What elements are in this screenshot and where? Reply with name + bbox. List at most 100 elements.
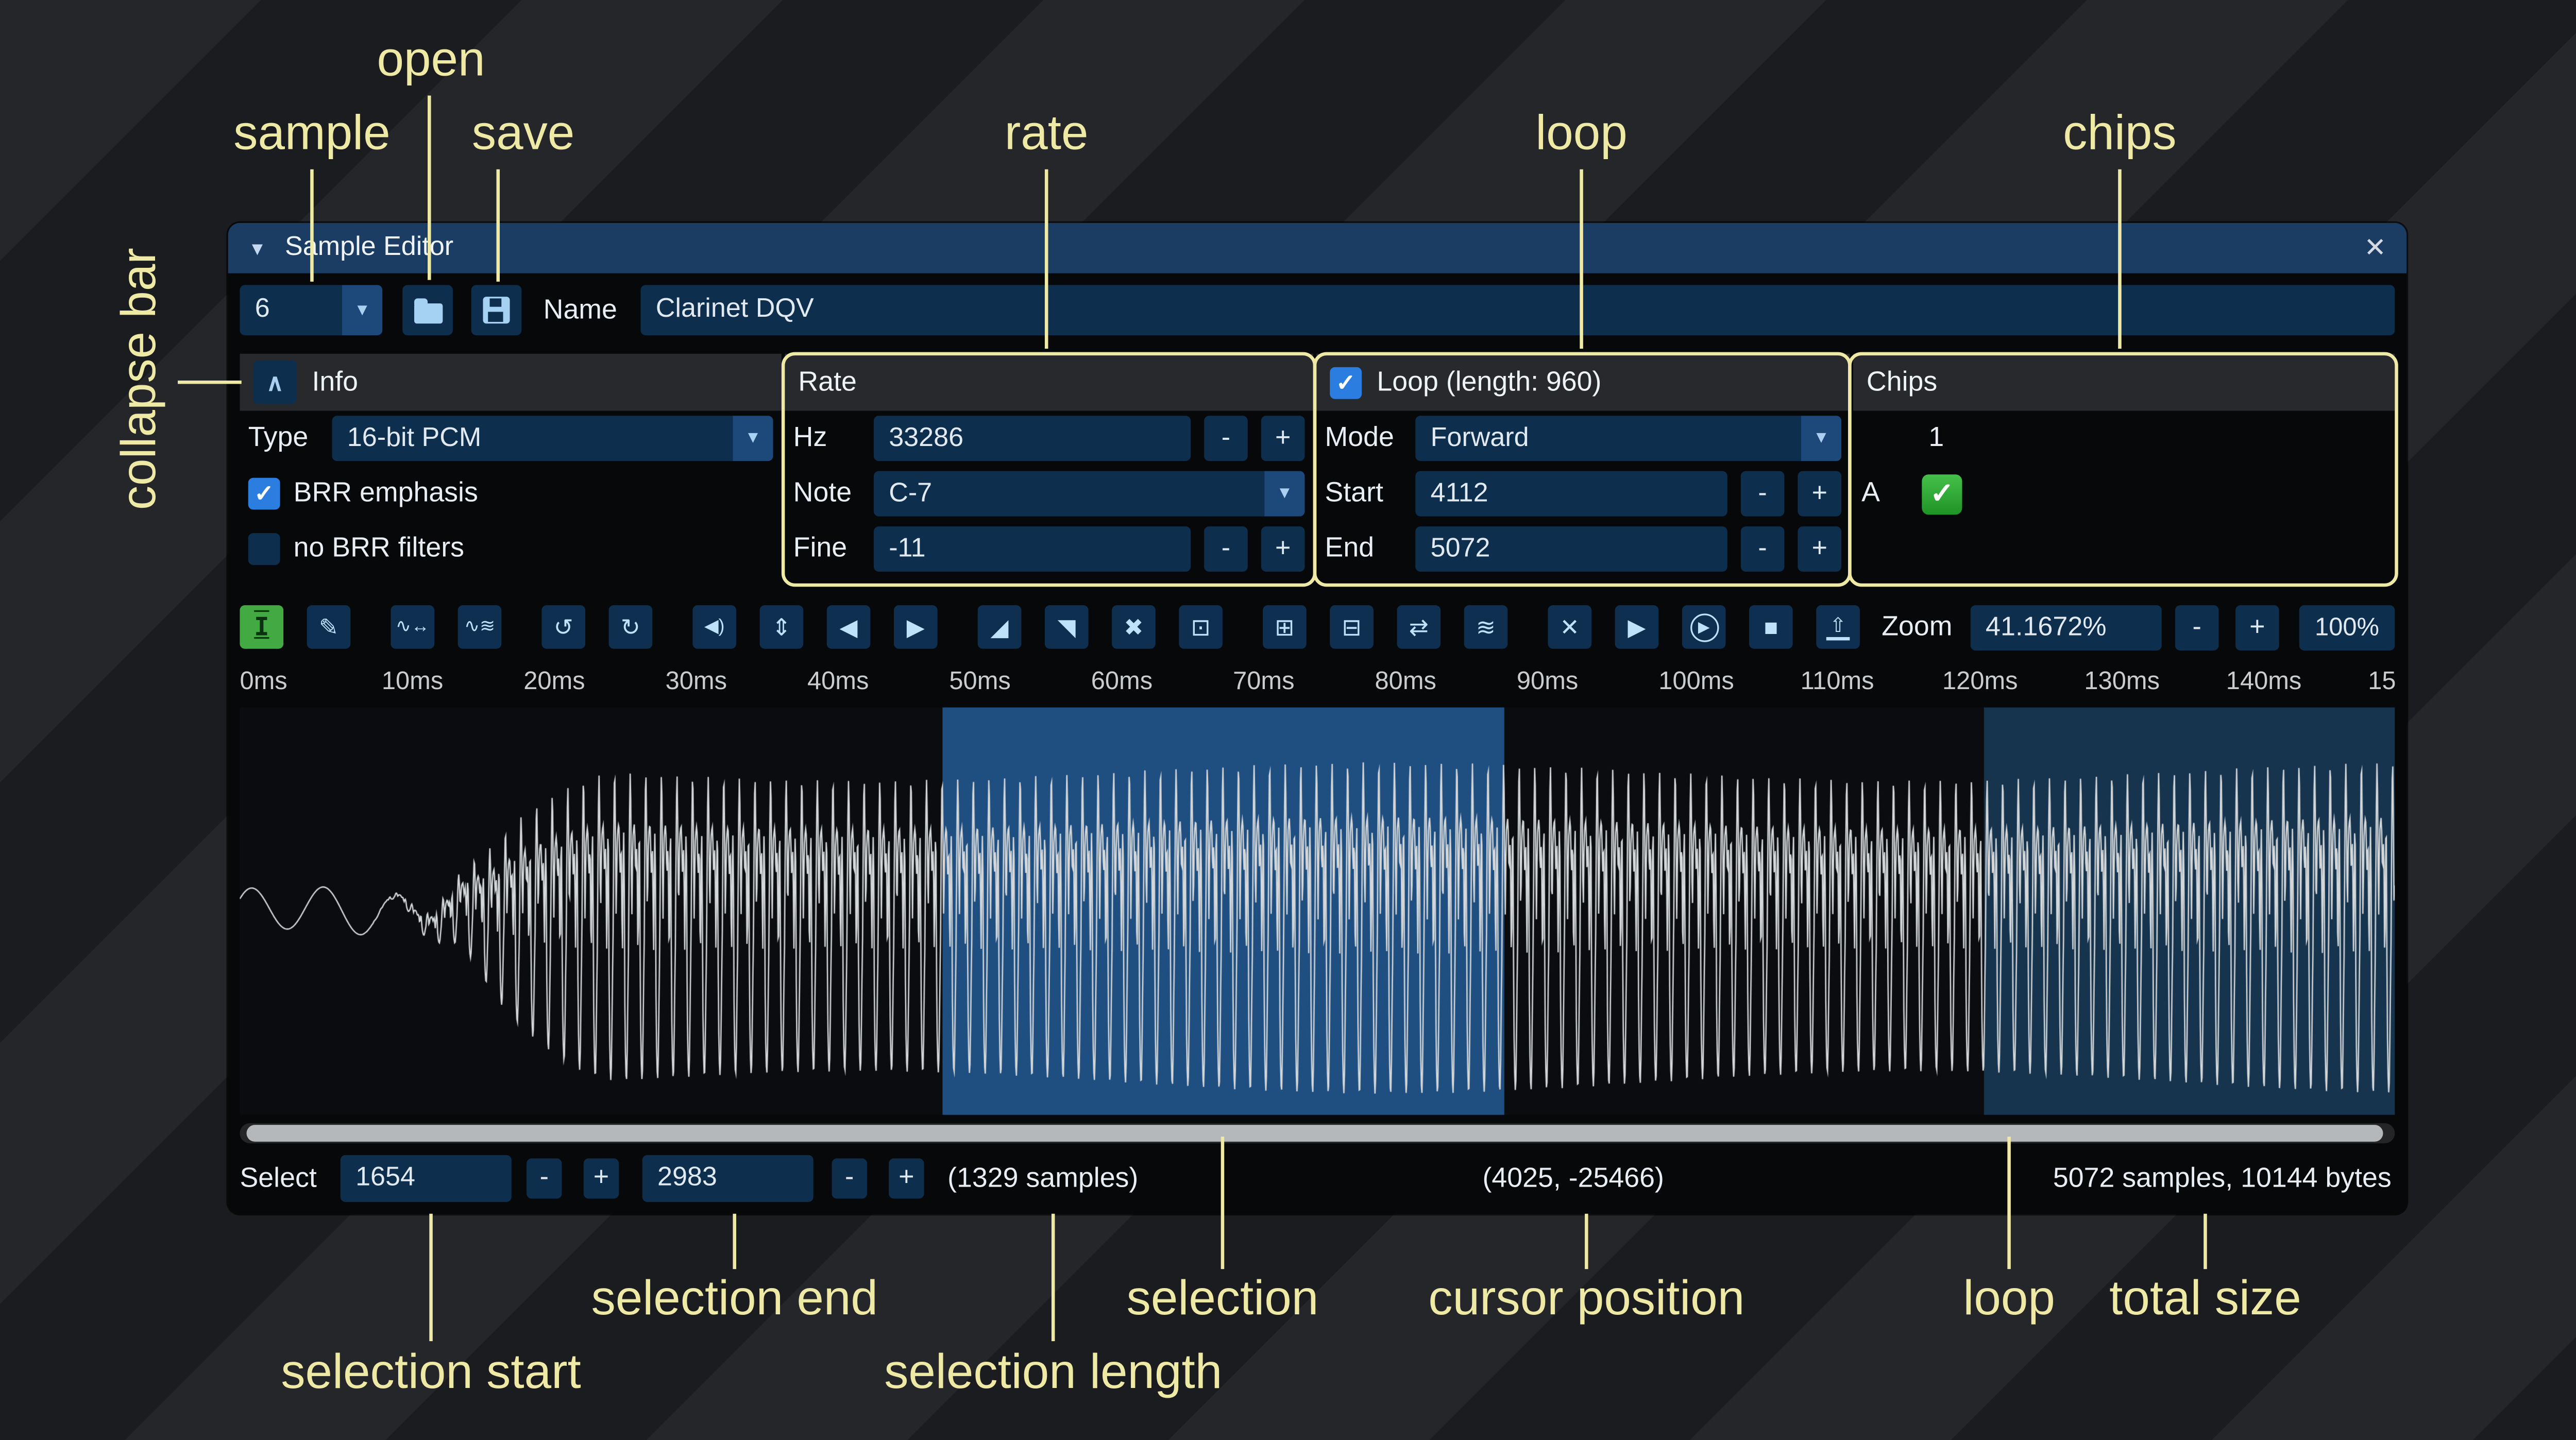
name-input[interactable] [640,285,2395,335]
reverse-button[interactable]: ◀ [827,605,871,649]
resize-button[interactable]: ∿↔ [391,605,434,649]
fade-out-button[interactable]: ◥ [1045,605,1089,649]
fine-increment-button[interactable]: + [1261,526,1305,572]
annotation-rate-line [1045,169,1048,349]
sample-selector-value: 6 [240,295,342,325]
sample-selector[interactable]: 6 [240,285,382,335]
loop-end-input[interactable] [1415,526,1727,572]
center-button[interactable]: ⇄ [1397,605,1440,649]
fine-input[interactable] [874,526,1191,572]
annotation-chips-label: chips [2063,107,2176,162]
loop-mode-dropdown[interactable]: Forward [1415,416,1841,461]
annotation-selection-length-line [1052,1214,1055,1341]
annotation-cursor-position-label: cursor position [1428,1273,1744,1328]
save-button[interactable] [471,285,522,335]
waveform-scrollbar-thumb[interactable] [246,1125,2383,1142]
fade-in-button[interactable]: ◢ [978,605,1022,649]
apply-silence-button[interactable]: ⊟ [1330,605,1374,649]
waveform-scrollbar-track [240,1123,2395,1143]
ruler-tick: 60ms [1091,667,1153,696]
loop-end-decrement-button[interactable]: - [1741,526,1785,572]
collapse-bar-button[interactable] [253,361,297,404]
stop-button[interactable]: ■ [1749,605,1793,649]
preview-button[interactable]: ▶ [1615,605,1659,649]
filter-button[interactable]: ≋ [1464,605,1508,649]
timeline-ruler: 0ms10ms20ms30ms40ms50ms60ms70ms80ms90ms1… [240,662,2395,702]
undo-button[interactable]: ↺ [541,605,585,649]
annotation-selection-line [1221,1137,1225,1269]
chips-panel: Chips 1 A [1853,354,2395,580]
zoom-input[interactable] [1971,605,2162,650]
loop-checkbox[interactable] [1330,366,1362,398]
annotation-selection-length-label: selection length [884,1346,1222,1401]
annotation-open-label: open [377,33,485,89]
brr-emphasis-checkbox[interactable] [248,478,280,510]
zoom-out-button[interactable]: - [2175,605,2219,650]
draw-button[interactable]: ✎ [307,605,351,649]
window-collapse-icon[interactable] [248,233,266,263]
invert-button[interactable]: ▶ [894,605,938,649]
resample-button[interactable]: ∿≋ [458,605,502,649]
annotation-selection-end-line [733,1214,736,1269]
amplify-button[interactable]: ◀) [692,605,736,649]
annotation-sample-label: sample [233,107,390,162]
redo-button[interactable]: ↻ [609,605,653,649]
zoom-reset-button[interactable]: 100% [2299,605,2395,650]
total-size-text: 5072 samples, 10144 bytes [2053,1163,2392,1195]
no-brr-filters-label: no BRR filters [294,533,464,565]
play-cursor-button[interactable]: ▶ [1682,605,1726,649]
hz-increment-button[interactable]: + [1261,416,1305,461]
open-button[interactable] [402,285,453,335]
panels-row: Info Type 16-bit PCM BRR emphasis no BRR… [240,354,2395,580]
rate-panel: Rate Hz - + Note C-7 Fine [785,354,1313,580]
info-panel: Info Type 16-bit PCM BRR emphasis no BRR… [240,354,781,580]
loop-start-decrement-button[interactable]: - [1741,471,1785,517]
trim-button[interactable]: ⊡ [1179,605,1223,649]
insert-silence-button[interactable]: ⊞ [1263,605,1307,649]
redo-icon: ↻ [621,615,640,639]
ruler-tick: 110ms [1801,667,1874,696]
waveform-display[interactable] [240,708,2395,1115]
zoom-label: Zoom [1882,612,1952,644]
annotation-selection-end-label: selection end [591,1273,878,1328]
delete-button[interactable]: ✖ [1112,605,1156,649]
chip-index: 1 [1928,422,1944,454]
annotation-total-size-line [2204,1214,2207,1269]
chips-header-label: Chips [1867,366,1937,398]
import-icon: ⇧ [1826,614,1850,640]
note-dropdown[interactable]: C-7 [874,471,1305,517]
save-icon [483,297,510,323]
import-button[interactable]: ⇧ [1816,605,1860,649]
no-brr-filters-checkbox[interactable] [248,533,280,565]
crossfade-button[interactable]: ✕ [1548,605,1591,649]
draw-icon: ✎ [319,615,338,639]
cursor-position-text: (4025, -25466) [1483,1163,1664,1195]
hz-input[interactable] [874,416,1191,461]
fine-decrement-button[interactable]: - [1204,526,1248,572]
filter-icon: ≋ [1476,615,1496,639]
loop-end-increment-button[interactable]: + [1798,526,1841,572]
selection-end-input[interactable] [642,1155,814,1202]
zoom-in-button[interactable]: + [2235,605,2279,650]
trim-icon: ⊡ [1191,615,1211,639]
annotation-rate-label: rate [1005,107,1089,162]
normalize-button[interactable]: ⇕ [760,605,804,649]
edit-mode-button[interactable]: I [240,605,283,649]
selection-end-decrement-button[interactable]: - [832,1158,867,1198]
selection-start-decrement-button[interactable]: - [527,1158,562,1198]
loop-start-increment-button[interactable]: + [1798,471,1841,517]
resize-icon: ∿↔ [396,618,430,637]
selection-start-increment-button[interactable]: + [584,1158,619,1198]
titlebar[interactable]: Sample Editor [228,223,2406,273]
loop-start-input[interactable] [1415,471,1727,517]
close-icon[interactable] [2364,231,2386,265]
hz-decrement-button[interactable]: - [1204,416,1248,461]
type-dropdown[interactable]: 16-bit PCM [332,416,773,461]
chip-a-label: A [1861,478,1880,510]
chevron-down-icon [1801,416,1841,461]
selection-end-increment-button[interactable]: + [889,1158,924,1198]
annotation-selection-label: selection [1127,1273,1319,1328]
selection-start-input[interactable] [341,1155,512,1202]
chip-a-checkbox[interactable] [1922,474,1962,514]
center-icon: ⇄ [1409,615,1429,639]
